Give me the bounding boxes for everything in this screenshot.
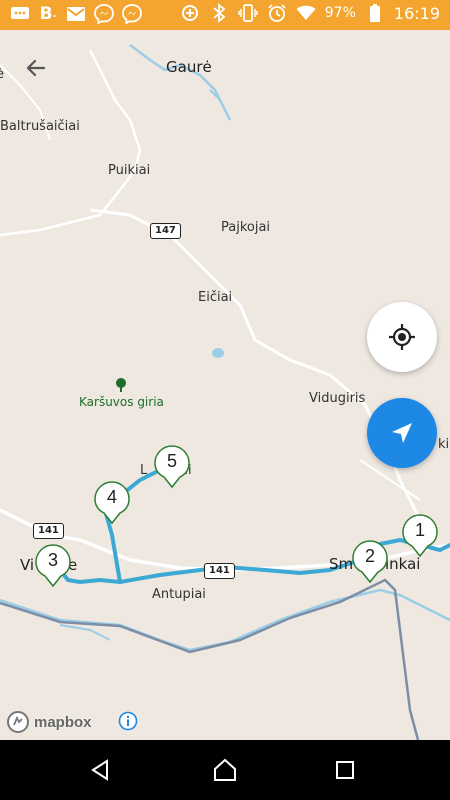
waypoint-marker-2[interactable]: 2	[352, 540, 388, 584]
place-vidugiris: Vidugiris	[309, 391, 366, 406]
river	[129, 44, 232, 121]
road-shield-141: 141	[33, 523, 64, 539]
messenger-icon	[122, 4, 142, 24]
navigation-arrow-icon	[392, 423, 412, 443]
clock: 16:19	[393, 3, 440, 23]
nav-back-button[interactable]	[85, 755, 115, 785]
my-location-button[interactable]	[367, 302, 437, 372]
place-eiciai: Eičiai	[198, 290, 233, 305]
tree-icon	[114, 377, 128, 397]
waypoint-marker-4[interactable]: 4	[94, 481, 130, 525]
notification-icons: B.	[10, 4, 142, 24]
arrow-left-icon	[26, 59, 46, 77]
data-saver-icon	[180, 3, 200, 23]
nemunas-river	[0, 588, 450, 652]
marker-label: 5	[166, 451, 177, 471]
triangle-back-icon	[91, 759, 108, 781]
marker-label: 1	[414, 520, 425, 540]
place-vilkyske: Vi	[20, 556, 35, 574]
mapbox-logo: mapbox	[6, 710, 92, 734]
waypoint-marker-3[interactable]: 3	[35, 544, 71, 588]
wifi-icon	[296, 3, 316, 23]
chat-icon	[10, 4, 30, 24]
waypoint-marker-1[interactable]: 1	[402, 514, 438, 558]
home-icon	[214, 758, 236, 781]
road-shield-147: 147	[150, 223, 181, 239]
battery-icon	[365, 3, 385, 23]
place-edge-left: ė	[0, 67, 4, 82]
navigate-button[interactable]	[367, 398, 437, 468]
waypoint-marker-5[interactable]: 5	[154, 445, 190, 489]
attribution-info-button[interactable]	[118, 711, 138, 735]
booking-icon: B.	[39, 4, 57, 24]
gmail-icon	[66, 4, 86, 24]
android-nav-bar	[0, 740, 450, 800]
bluetooth-icon	[209, 3, 229, 23]
system-status: 97% 16:19	[180, 3, 440, 23]
crosshair-icon	[389, 324, 415, 350]
place-lauk: L	[140, 463, 148, 478]
place-baltrusaiciai: Baltrušaičiai	[0, 119, 80, 134]
map-base-layer	[0, 44, 450, 740]
square-recents-icon	[336, 761, 354, 779]
lake	[212, 348, 224, 358]
messenger-icon	[94, 4, 114, 24]
map-view[interactable]: Gaurė ė Baltrušaičiai Puikiai Pajkojai E…	[0, 30, 450, 740]
nav-recents-button[interactable]	[330, 755, 360, 785]
place-gaure: Gaurė	[166, 58, 212, 76]
alarm-icon	[267, 3, 287, 23]
status-bar: B. 97% 16:19	[0, 0, 450, 30]
back-button[interactable]	[18, 50, 54, 86]
info-icon	[118, 711, 138, 731]
place-antupiai: Antupiai	[152, 587, 206, 602]
river-branch	[59, 624, 111, 641]
mapbox-logo-icon	[7, 711, 29, 733]
marker-label: 3	[47, 550, 58, 570]
battery-percent: 97%	[324, 5, 356, 21]
nav-home-button[interactable]	[210, 755, 240, 785]
vibrate-icon	[238, 3, 258, 23]
place-smalininkai: Sm	[329, 555, 354, 573]
road-shield-141: 141	[204, 563, 235, 579]
park-karsuvos-giria: Karšuvos giria	[79, 395, 164, 409]
place-edge-right: ki	[438, 437, 450, 452]
place-pajkojai: Pajkojai	[221, 220, 271, 235]
mapbox-wordmark: mapbox	[34, 713, 92, 731]
marker-label: 2	[364, 546, 375, 566]
place-puikiai: Puikiai	[108, 163, 151, 178]
marker-label: 4	[106, 487, 117, 507]
